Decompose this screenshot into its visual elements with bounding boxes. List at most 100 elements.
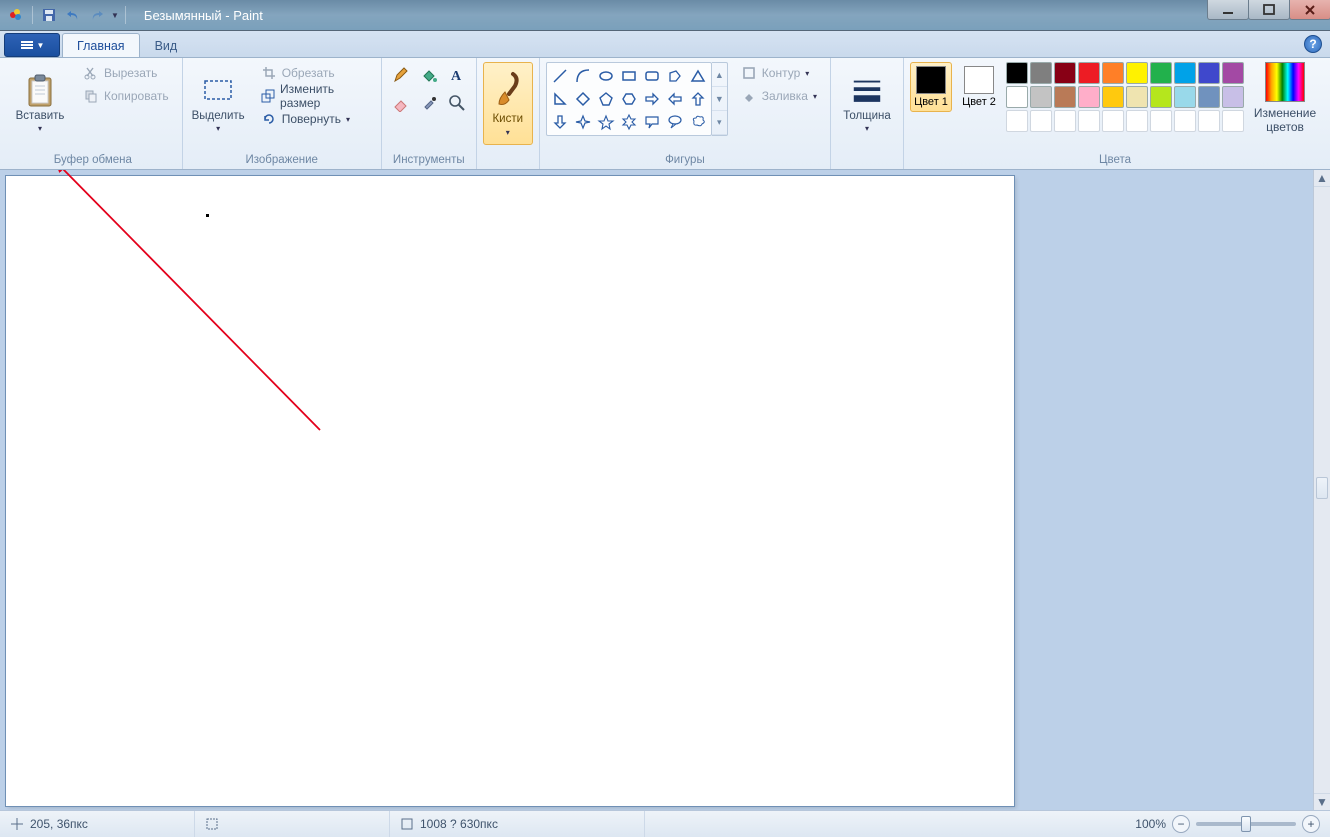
zoom-in-button[interactable]: + [1302, 815, 1320, 833]
palette-empty[interactable] [1006, 110, 1028, 132]
shape-diamond-icon[interactable] [572, 88, 594, 110]
edit-colors-button[interactable]: Изменение цветов [1250, 62, 1320, 134]
shapes-scroll-up-icon[interactable]: ▲ [712, 63, 727, 87]
shape-4star-icon[interactable] [572, 111, 594, 133]
palette-color[interactable] [1102, 62, 1124, 84]
color2-label: Цвет 2 [962, 96, 996, 108]
shape-fill-button[interactable]: Заливка ▾ [734, 85, 824, 107]
save-icon[interactable] [39, 5, 59, 25]
palette-color[interactable] [1078, 86, 1100, 108]
shapes-expand-icon[interactable]: ▾ [712, 111, 727, 135]
color2-button[interactable]: Цвет 2 [958, 62, 1000, 112]
palette-color[interactable] [1102, 86, 1124, 108]
minimize-button[interactable] [1207, 0, 1249, 20]
zoom-out-button[interactable]: − [1172, 815, 1190, 833]
palette-color[interactable] [1222, 62, 1244, 84]
zoom-slider[interactable] [1196, 822, 1296, 826]
palette-empty[interactable] [1174, 110, 1196, 132]
palette-empty[interactable] [1078, 110, 1100, 132]
shape-arrow-left-icon[interactable] [664, 88, 686, 110]
shape-hexagon-icon[interactable] [618, 88, 640, 110]
shape-5star-icon[interactable] [595, 111, 617, 133]
qat-dropdown-icon[interactable]: ▼ [111, 11, 119, 20]
shape-pentagon-icon[interactable] [595, 88, 617, 110]
copy-button[interactable]: Копировать [76, 85, 176, 107]
shape-callout-cloud-icon[interactable] [687, 111, 709, 133]
scroll-down-icon[interactable]: ▼ [1314, 793, 1330, 810]
palette-color[interactable] [1006, 86, 1028, 108]
color-picker-tool[interactable] [416, 90, 442, 116]
pencil-tool[interactable] [388, 62, 414, 88]
fill-tool[interactable] [416, 62, 442, 88]
palette-color[interactable] [1054, 86, 1076, 108]
brushes-button[interactable]: Кисти ▾ [483, 62, 533, 145]
palette-color[interactable] [1150, 86, 1172, 108]
scroll-up-icon[interactable]: ▲ [1314, 170, 1330, 187]
palette-empty[interactable] [1150, 110, 1172, 132]
palette-empty[interactable] [1198, 110, 1220, 132]
palette-empty[interactable] [1030, 110, 1052, 132]
palette-color[interactable] [1198, 62, 1220, 84]
palette-color[interactable] [1174, 86, 1196, 108]
shape-callout-oval-icon[interactable] [664, 111, 686, 133]
clipboard-icon [23, 74, 57, 108]
shape-roundrect-icon[interactable] [641, 65, 663, 87]
shape-arrow-right-icon[interactable] [641, 88, 663, 110]
crop-button[interactable]: Обрезать [254, 62, 375, 84]
tab-home[interactable]: Главная [62, 33, 140, 57]
palette-color[interactable] [1126, 62, 1148, 84]
undo-icon[interactable] [63, 5, 83, 25]
shape-6star-icon[interactable] [618, 111, 640, 133]
palette-color[interactable] [1198, 86, 1220, 108]
resize-button[interactable]: Изменить размер [254, 85, 375, 107]
shapes-scroll-down-icon[interactable]: ▼ [712, 87, 727, 111]
redo-icon[interactable] [87, 5, 107, 25]
shape-callout-rect-icon[interactable] [641, 111, 663, 133]
file-menu-button[interactable]: ▼ [4, 33, 60, 57]
shape-oval-icon[interactable] [595, 65, 617, 87]
shapes-scrollbar[interactable]: ▲ ▼ ▾ [712, 62, 728, 136]
magnifier-tool[interactable] [444, 90, 470, 116]
shapes-gallery[interactable] [546, 62, 712, 136]
vertical-scrollbar[interactable]: ▲ ▼ [1313, 170, 1330, 810]
scroll-thumb[interactable] [1316, 477, 1328, 499]
palette-color[interactable] [1078, 62, 1100, 84]
palette-empty[interactable] [1126, 110, 1148, 132]
shape-arrow-up-icon[interactable] [687, 88, 709, 110]
palette-empty[interactable] [1102, 110, 1124, 132]
palette-color[interactable] [1030, 86, 1052, 108]
eraser-tool[interactable] [388, 90, 414, 116]
palette-empty[interactable] [1054, 110, 1076, 132]
cut-button[interactable]: Вырезать [76, 62, 176, 84]
palette-color[interactable] [1126, 86, 1148, 108]
palette-color[interactable] [1222, 86, 1244, 108]
shape-triangle-icon[interactable] [687, 65, 709, 87]
text-tool[interactable]: A [444, 62, 470, 88]
canvas[interactable] [6, 176, 1014, 806]
shape-right-triangle-icon[interactable] [549, 88, 571, 110]
maximize-button[interactable] [1248, 0, 1290, 20]
shape-rect-icon[interactable] [618, 65, 640, 87]
shape-curve-icon[interactable] [572, 65, 594, 87]
paste-button[interactable]: Вставить▾ [10, 62, 70, 147]
rotate-button[interactable]: Повернуть ▾ [254, 108, 375, 130]
help-button[interactable]: ? [1304, 35, 1322, 53]
size-button[interactable]: Толщина▾ [837, 62, 897, 147]
shape-polygon-icon[interactable] [664, 65, 686, 87]
palette-color[interactable] [1150, 62, 1172, 84]
zoom-slider-thumb[interactable] [1241, 816, 1251, 832]
shape-arrow-down-icon[interactable] [549, 111, 571, 133]
palette-color[interactable] [1174, 62, 1196, 84]
app-icon[interactable] [6, 5, 26, 25]
palette-color[interactable] [1054, 62, 1076, 84]
palette-color[interactable] [1030, 62, 1052, 84]
palette-color[interactable] [1006, 62, 1028, 84]
select-button[interactable]: Выделить▾ [189, 62, 248, 147]
shape-outline-button[interactable]: Контур ▾ [734, 62, 824, 84]
tab-view[interactable]: Вид [140, 33, 193, 57]
close-button[interactable] [1289, 0, 1330, 20]
palette-empty[interactable] [1222, 110, 1244, 132]
shape-line-icon[interactable] [549, 65, 571, 87]
fill-label: Заливка [762, 89, 808, 103]
color1-button[interactable]: Цвет 1 [910, 62, 952, 112]
